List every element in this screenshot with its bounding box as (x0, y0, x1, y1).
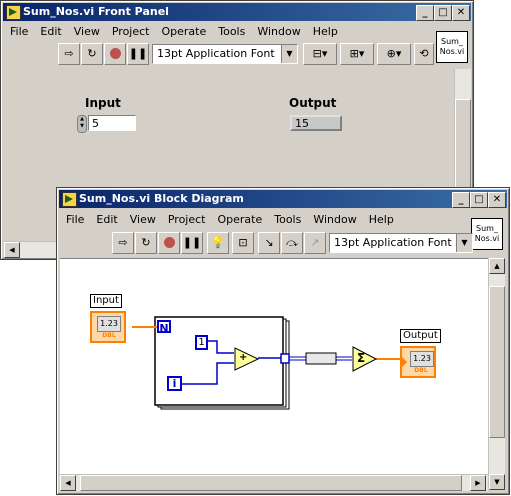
menu-view[interactable]: View (124, 211, 162, 226)
step-out-icon[interactable]: ↗ (304, 232, 326, 254)
output-terminal-triangle-icon (402, 357, 407, 367)
scroll-right-arrow-icon[interactable]: ▶ (470, 475, 486, 491)
retain-wire-values-icon[interactable]: ⊡ (232, 232, 254, 254)
close-button[interactable]: ✕ (488, 192, 506, 208)
front-panel-title: Sum_Nos.vi Front Panel (23, 5, 169, 18)
font-selector-text: 13pt Application Font (334, 236, 452, 249)
output-numeric-indicator: 15 (290, 115, 342, 131)
scroll-thumb[interactable] (80, 475, 462, 491)
scroll-up-arrow-icon[interactable]: ▲ (489, 258, 505, 274)
output-terminal-type: DBL (414, 367, 428, 374)
run-arrow-icon[interactable]: ⇨ (58, 43, 80, 65)
align-objects-icon[interactable]: ⊟▾ (303, 43, 337, 65)
menu-window[interactable]: Window (251, 23, 306, 38)
menu-view[interactable]: View (68, 23, 106, 38)
numeric-constant[interactable]: 1 (195, 335, 208, 350)
menu-tools[interactable]: Tools (268, 211, 307, 226)
iteration-terminal[interactable]: i (167, 376, 182, 391)
scroll-down-arrow-icon[interactable]: ▼ (489, 474, 505, 490)
resize-objects-icon[interactable]: ⊕▾ (377, 43, 411, 65)
loop-count-terminal[interactable]: N (157, 320, 171, 335)
sum-symbol: Σ (357, 351, 366, 365)
block-diagram-menubar: File Edit View Project Operate Tools Window Hel… (60, 211, 400, 229)
menu-project[interactable]: Project (106, 23, 156, 38)
menu-window[interactable]: Window (307, 211, 362, 226)
abort-icon[interactable] (158, 232, 180, 254)
labview-vi-icon (6, 5, 21, 20)
minimize-button[interactable]: _ (452, 192, 470, 208)
chevron-down-icon: ▼ (281, 45, 297, 63)
output-terminal-label: Output (400, 329, 441, 343)
vi-icon-text: Sum_ Nos.vi (474, 224, 500, 243)
input-terminal-digital-display: 1.23 (97, 316, 121, 332)
block-diagram-title: Sum_Nos.vi Block Diagram (79, 192, 244, 205)
block-diagram-toolbar: ⇨ ↻ ❚❚ 💡 ⊡ ↘ ⤼ ↗ 13pt Application Font ▼ (57, 232, 473, 256)
font-selector[interactable]: 13pt Application Font ▼ (329, 233, 473, 253)
menu-operate[interactable]: Operate (211, 211, 268, 226)
scroll-left-arrow-icon[interactable]: ◀ (60, 475, 76, 491)
input-terminal-label: Input (90, 294, 122, 308)
output-terminal[interactable]: 1.23 DBL (400, 346, 436, 378)
for-loop-structure (154, 316, 284, 406)
font-selector[interactable]: 13pt Application Font ▼ (152, 44, 298, 64)
close-button[interactable]: ✕ (452, 5, 470, 21)
block-diagram-titlebar[interactable]: Sum_Nos.vi Block Diagram _ □ ✕ (59, 190, 507, 208)
minimize-button[interactable]: _ (416, 5, 434, 21)
vi-connector-icon[interactable]: Sum_ Nos.vi (436, 31, 468, 63)
labview-vi-icon (62, 192, 77, 207)
front-panel-toolbar: ⇨ ↻ ❚❚ 13pt Application Font ▼ ⊟▾ ⊞▾ ⊕▾ … (1, 43, 434, 67)
chevron-down-icon: ▼ (456, 234, 472, 252)
menu-file[interactable]: File (4, 23, 34, 38)
menu-operate[interactable]: Operate (155, 23, 212, 38)
vi-icon-text: Sum_ Nos.vi (439, 37, 465, 56)
block-diagram-canvas: Input 1.23 DBL N 1 i + Σ Output 1.23 DBL (60, 258, 488, 475)
block-diagram-window: Sum_Nos.vi Block Diagram _ □ ✕ File Edit V… (56, 187, 510, 495)
step-over-icon[interactable]: ⤼ (281, 232, 303, 254)
menu-file[interactable]: File (60, 211, 90, 226)
input-terminal[interactable]: 1.23 DBL (90, 311, 126, 343)
block-diagram-horizontal-scrollbar[interactable]: ◀ ▶ (60, 474, 488, 491)
front-panel-menubar: File Edit View Project Operate Tools Window Hel… (4, 23, 344, 41)
run-arrow-icon[interactable]: ⇨ (112, 232, 134, 254)
menu-help[interactable]: Help (307, 23, 344, 38)
abort-icon[interactable] (104, 43, 126, 65)
menu-edit[interactable]: Edit (34, 23, 67, 38)
vi-connector-icon[interactable]: Sum_ Nos.vi (471, 218, 503, 250)
pause-icon[interactable]: ❚❚ (127, 43, 149, 65)
run-continuously-icon[interactable]: ↻ (135, 232, 157, 254)
add-symbol: + (239, 352, 248, 363)
run-continuously-icon[interactable]: ↻ (81, 43, 103, 65)
increment-decrement-icon[interactable]: ▲ ▼ (77, 115, 87, 133)
input-numeric-control[interactable]: 5 (88, 115, 136, 131)
distribute-objects-icon[interactable]: ⊞▾ (340, 43, 374, 65)
menu-project[interactable]: Project (162, 211, 212, 226)
input-label: Input (85, 96, 121, 110)
pause-icon[interactable]: ❚❚ (181, 232, 203, 254)
highlight-execution-icon[interactable]: 💡 (207, 232, 229, 254)
scroll-left-arrow-icon[interactable]: ◀ (4, 242, 20, 258)
input-terminal-type: DBL (102, 332, 116, 339)
reorder-icon[interactable]: ⟲ (414, 43, 434, 65)
menu-tools[interactable]: Tools (212, 23, 251, 38)
output-label: Output (289, 96, 337, 110)
menu-help[interactable]: Help (363, 211, 400, 226)
step-into-icon[interactable]: ↘ (258, 232, 280, 254)
indexing-tunnel (280, 353, 290, 364)
maximize-button[interactable]: □ (470, 192, 488, 208)
front-panel-titlebar[interactable]: Sum_Nos.vi Front Panel _ □ ✕ (3, 3, 471, 21)
block-diagram-vertical-scrollbar[interactable]: ▲ ▼ (488, 258, 505, 490)
conversion-node (305, 352, 337, 365)
font-selector-text: 13pt Application Font (157, 47, 275, 60)
output-terminal-digital-display: 1.23 (410, 351, 434, 367)
menu-edit[interactable]: Edit (90, 211, 123, 226)
maximize-button[interactable]: □ (434, 5, 452, 21)
scroll-thumb[interactable] (489, 286, 505, 438)
